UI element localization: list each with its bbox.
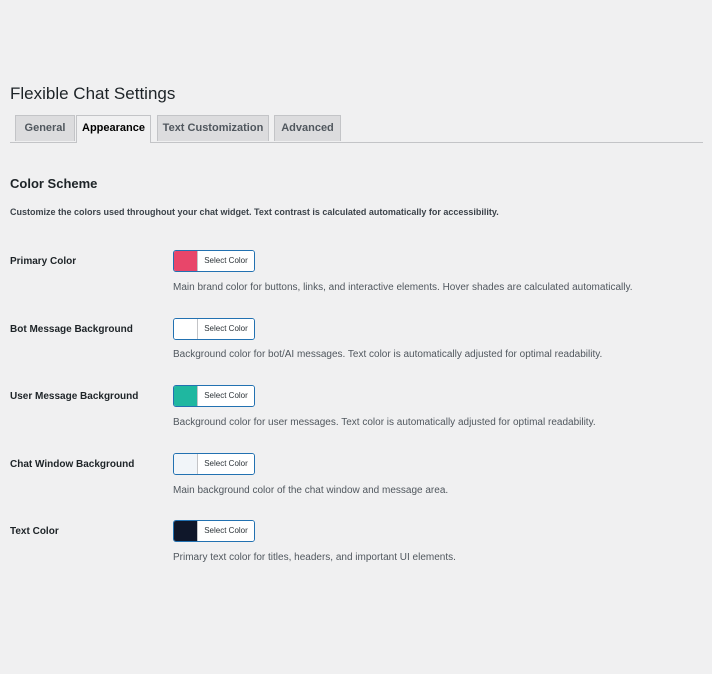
text-color-label: Text Color bbox=[10, 526, 59, 537]
chat-window-background-picker[interactable]: Select Color bbox=[173, 453, 255, 475]
section-title: Color Scheme bbox=[10, 176, 98, 191]
bot-message-background-picker[interactable]: Select Color bbox=[173, 318, 255, 340]
tab-appearance[interactable]: Appearance bbox=[76, 115, 151, 143]
settings-tabs: General Appearance Text Customization Ad… bbox=[10, 114, 703, 143]
user-message-background-description: Background color for user messages. Text… bbox=[173, 417, 596, 428]
tab-advanced[interactable]: Advanced bbox=[274, 115, 341, 141]
chat-window-background-label: Chat Window Background bbox=[10, 459, 135, 470]
text-color-description: Primary text color for titles, headers, … bbox=[173, 552, 456, 563]
chat-window-background-description: Main background color of the chat window… bbox=[173, 485, 449, 496]
select-color-button[interactable]: Select Color bbox=[198, 319, 254, 339]
primary-color-picker[interactable]: Select Color bbox=[173, 250, 255, 272]
bot-message-background-description: Background color for bot/AI messages. Te… bbox=[173, 349, 603, 360]
user-message-background-picker[interactable]: Select Color bbox=[173, 385, 255, 407]
primary-color-label: Primary Color bbox=[10, 256, 77, 267]
color-swatch[interactable] bbox=[174, 319, 198, 339]
color-swatch[interactable] bbox=[174, 454, 198, 474]
select-color-button[interactable]: Select Color bbox=[198, 386, 254, 406]
color-swatch[interactable] bbox=[174, 386, 198, 406]
text-color-picker[interactable]: Select Color bbox=[173, 520, 255, 542]
tab-text-customization[interactable]: Text Customization bbox=[157, 115, 269, 141]
tab-general[interactable]: General bbox=[15, 115, 75, 141]
color-swatch[interactable] bbox=[174, 521, 198, 541]
select-color-button[interactable]: Select Color bbox=[198, 251, 254, 271]
select-color-button[interactable]: Select Color bbox=[198, 454, 254, 474]
select-color-button[interactable]: Select Color bbox=[198, 521, 254, 541]
page-title: Flexible Chat Settings bbox=[10, 84, 176, 103]
bot-message-background-label: Bot Message Background bbox=[10, 324, 133, 335]
primary-color-description: Main brand color for buttons, links, and… bbox=[173, 282, 633, 293]
color-swatch[interactable] bbox=[174, 251, 198, 271]
user-message-background-label: User Message Background bbox=[10, 391, 139, 402]
section-description: Customize the colors used throughout you… bbox=[10, 207, 499, 217]
